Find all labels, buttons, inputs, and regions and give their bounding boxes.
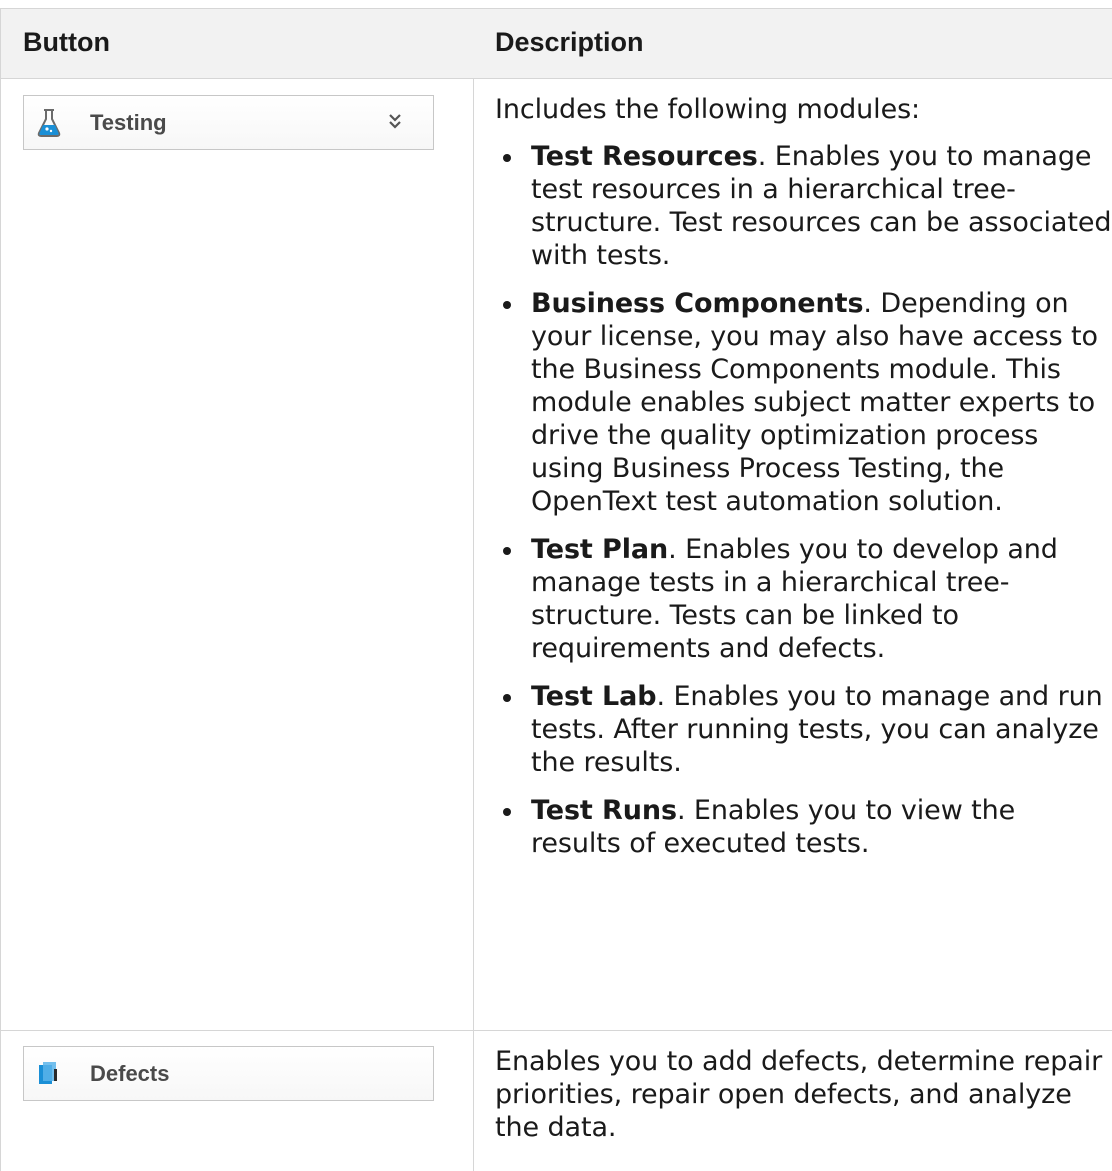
table-row-defects: Defects Enables you to add defects, dete… [1,1031,1112,1171]
item-title: Test Plan [531,534,669,565]
testing-module-list: Test Resources. Enables you to manage te… [495,140,1112,860]
item-title: Test Resources [531,141,758,172]
item-title: Test Lab [531,681,657,712]
modules-table: Button Description Testing Includes the … [0,8,1112,1171]
item-title: Business Components [531,288,864,319]
testing-module-button[interactable]: Testing [23,95,434,150]
testing-button-label: Testing [90,109,167,135]
defects-icon [36,1059,62,1089]
testing-description: Includes the following modules: Test Res… [495,93,1112,875]
item-text: . Depending on your license, you may als… [531,288,1098,517]
defects-button-label: Defects [90,1060,170,1086]
column-divider [473,79,474,1030]
table-header-row: Button Description [1,9,1112,79]
list-item-test-resources: Test Resources. Enables you to manage te… [495,140,1112,272]
header-button: Button [23,27,110,57]
flask-icon [36,108,62,138]
list-item-test-plan: Test Plan. Enables you to develop and ma… [495,533,1112,665]
list-item-test-runs: Test Runs. Enables you to view the resul… [495,794,1112,860]
list-item-test-lab: Test Lab. Enables you to manage and run … [495,680,1112,779]
list-item-business-components: Business Components. Depending on your l… [495,287,1112,518]
defects-intro: Enables you to add defects, determine re… [495,1046,1103,1143]
item-title: Test Runs [531,795,677,826]
table-row-testing: Testing Includes the following modules: … [1,79,1112,1031]
column-divider [473,1031,474,1171]
testing-intro: Includes the following modules: [495,94,921,125]
header-description: Description [495,27,644,57]
defects-module-button[interactable]: Defects [23,1046,434,1101]
double-chevron-down-icon[interactable] [387,110,403,132]
defects-description: Enables you to add defects, determine re… [495,1045,1112,1144]
